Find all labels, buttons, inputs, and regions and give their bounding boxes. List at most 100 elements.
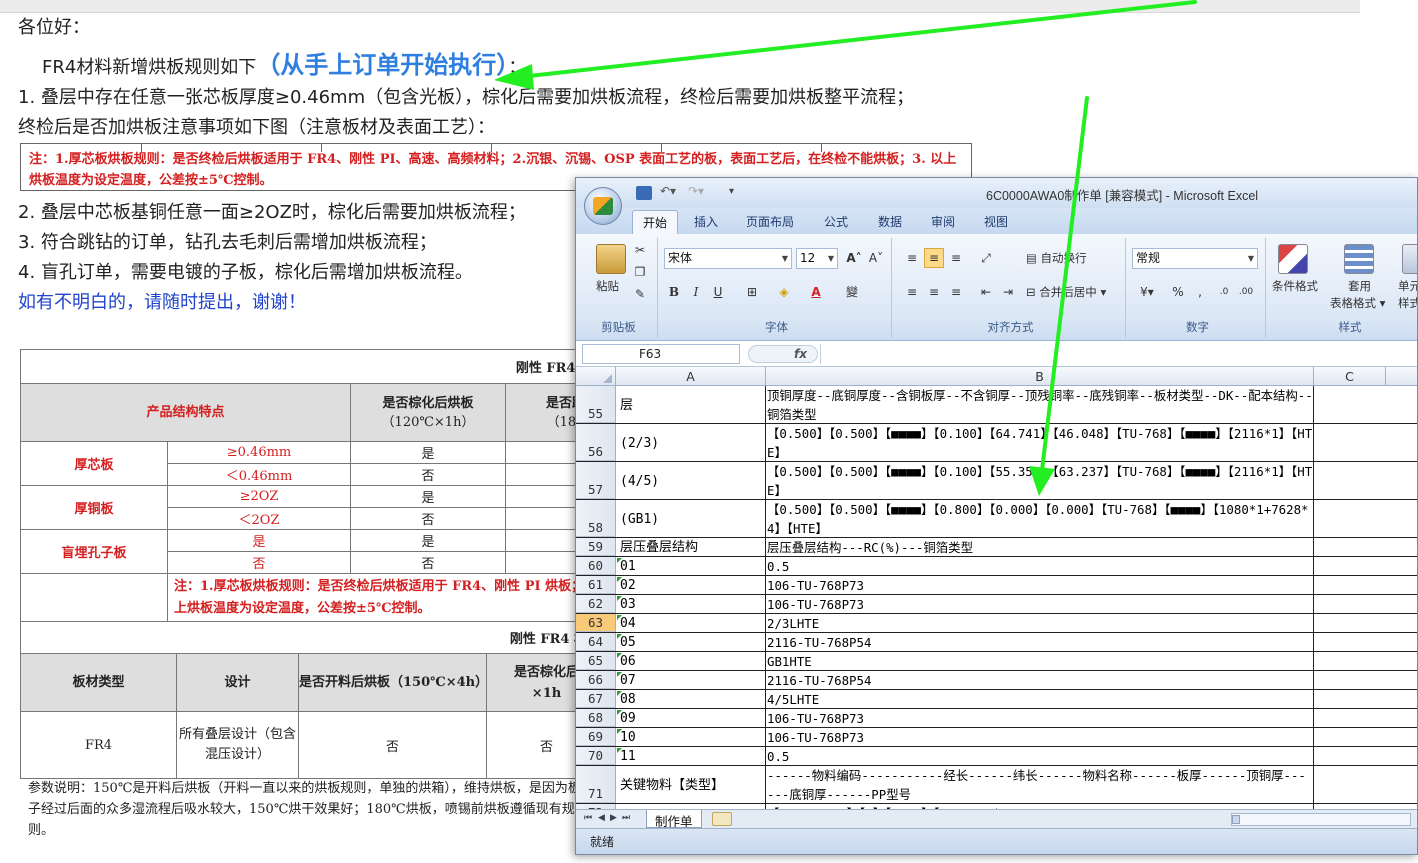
cell-a[interactable]: 01 bbox=[616, 557, 766, 575]
cell-styles-icon[interactable] bbox=[1402, 244, 1417, 274]
row-header[interactable]: 55 bbox=[576, 386, 616, 423]
font-color-icon[interactable]: A bbox=[806, 282, 826, 302]
office-button[interactable] bbox=[584, 187, 622, 225]
select-all-corner[interactable] bbox=[576, 367, 616, 386]
redo-icon[interactable]: ↷▾ bbox=[688, 184, 704, 198]
save-icon[interactable] bbox=[636, 186, 652, 200]
cell-a[interactable]: (GB1) bbox=[616, 500, 766, 537]
shrink-font-icon[interactable]: A˅ bbox=[866, 248, 886, 268]
cell-a[interactable]: 06 bbox=[616, 652, 766, 670]
row-header[interactable]: 60 bbox=[576, 557, 616, 575]
decrease-decimal-icon[interactable]: .00 bbox=[1236, 282, 1256, 302]
conditional-format-icon[interactable] bbox=[1278, 244, 1308, 274]
currency-icon[interactable]: ¥▾ bbox=[1134, 282, 1160, 302]
comma-icon[interactable]: , bbox=[1190, 282, 1210, 302]
insert-function-icon[interactable]: fx bbox=[748, 345, 818, 363]
cell-b[interactable]: 4/5LHTE bbox=[766, 690, 1314, 708]
cell-a[interactable]: (2/3) bbox=[616, 424, 766, 461]
number-format-select[interactable]: 常规 ▼ bbox=[1132, 248, 1258, 269]
cell-b[interactable]: 0.5 bbox=[766, 557, 1314, 575]
cell-a[interactable]: (4/5) bbox=[616, 462, 766, 499]
sheet-tab-main[interactable]: 制作单 bbox=[646, 810, 702, 829]
tab-formulas[interactable]: 公式 bbox=[824, 213, 848, 230]
row-header[interactable]: 64 bbox=[576, 633, 616, 651]
last-sheet-icon[interactable]: ⏭ bbox=[622, 813, 630, 823]
format-painter-icon[interactable]: ✎ bbox=[630, 284, 650, 304]
cell-a[interactable]: 03 bbox=[616, 595, 766, 613]
row-header[interactable]: 58 bbox=[576, 500, 616, 537]
cell-a[interactable]: 08 bbox=[616, 690, 766, 708]
cell-styles-label-1[interactable]: 单元格 bbox=[1398, 278, 1417, 294]
cell-b[interactable]: 2116-TU-768P54 bbox=[766, 633, 1314, 651]
border-icon[interactable]: ⊞ bbox=[742, 282, 762, 302]
paste-label[interactable]: 粘贴 bbox=[596, 278, 619, 294]
cell-b[interactable]: 106-TU-768P73 bbox=[766, 709, 1314, 727]
row-header[interactable]: 67 bbox=[576, 690, 616, 708]
decrease-indent-icon[interactable]: ⇤ bbox=[976, 282, 996, 302]
quick-access-menu-icon[interactable]: ▾ bbox=[729, 186, 745, 200]
row-header[interactable]: 65 bbox=[576, 652, 616, 670]
align-center-icon[interactable]: ≡ bbox=[924, 282, 944, 302]
tab-page-layout[interactable]: 页面布局 bbox=[746, 213, 794, 230]
cell-a[interactable]: 11 bbox=[616, 747, 766, 765]
row-header[interactable]: 71 bbox=[576, 766, 616, 803]
cut-icon[interactable]: ✂ bbox=[630, 240, 650, 260]
row-header[interactable]: 68 bbox=[576, 709, 616, 727]
column-header-c[interactable]: C bbox=[1314, 367, 1386, 386]
cell-a[interactable]: 关键物料【类型】 bbox=[616, 766, 766, 803]
spreadsheet-grid[interactable]: A B C 55 层顶铜厚度--底铜厚度--含铜板厚--不含铜厚--顶残铜率--底… bbox=[576, 367, 1417, 809]
cell-a[interactable]: 07 bbox=[616, 671, 766, 689]
wrap-text-button[interactable]: ▤ 自动换行 bbox=[1026, 250, 1087, 266]
align-middle-icon[interactable]: ≡ bbox=[924, 248, 944, 268]
name-box[interactable]: F63 bbox=[582, 344, 740, 364]
formula-input[interactable] bbox=[820, 344, 1417, 364]
row-header[interactable]: 56 bbox=[576, 424, 616, 461]
cell-a[interactable]: 层 bbox=[616, 386, 766, 423]
cell-b[interactable]: 2/3LHTE bbox=[766, 614, 1314, 632]
cell-a[interactable]: 层压叠层结构 bbox=[616, 538, 766, 556]
merge-center-button[interactable]: ⊟ 合并后居中 ▾ bbox=[1026, 284, 1106, 300]
cell-b[interactable]: 顶铜厚度--底铜厚度--含铜板厚--不含铜厚--顶残铜率--底残铜率--板材类型… bbox=[766, 386, 1314, 423]
row-header[interactable]: 61 bbox=[576, 576, 616, 594]
align-bottom-icon[interactable]: ≡ bbox=[946, 248, 966, 268]
format-table-label-2[interactable]: 表格格式 ▾ bbox=[1330, 295, 1385, 311]
underline-icon[interactable]: U bbox=[708, 282, 728, 302]
cell-b[interactable]: 106-TU-768P73 bbox=[766, 595, 1314, 613]
cell-b[interactable]: 106-TU-768P73 bbox=[766, 576, 1314, 594]
insert-sheet-icon[interactable] bbox=[712, 812, 732, 826]
copy-icon[interactable]: ❐ bbox=[630, 262, 650, 282]
cell-a[interactable]: 09 bbox=[616, 709, 766, 727]
row-header[interactable]: 63 bbox=[576, 614, 616, 632]
align-right-icon[interactable]: ≡ bbox=[946, 282, 966, 302]
row-header[interactable]: 59 bbox=[576, 538, 616, 556]
grow-font-icon[interactable]: A˄ bbox=[844, 248, 864, 268]
italic-icon[interactable]: I bbox=[686, 282, 706, 302]
cell-b[interactable]: 层压叠层结构---RC(%)---铜箔类型 bbox=[766, 538, 1314, 556]
cell-a[interactable]: 04 bbox=[616, 614, 766, 632]
paste-icon[interactable] bbox=[596, 244, 626, 274]
next-sheet-icon[interactable]: ▶ bbox=[610, 813, 617, 823]
font-size-select[interactable]: 12 ▼ bbox=[796, 248, 838, 269]
column-header-b[interactable]: B bbox=[766, 367, 1314, 386]
tab-data[interactable]: 数据 bbox=[878, 213, 902, 230]
cell-a[interactable]: 05 bbox=[616, 633, 766, 651]
increase-indent-icon[interactable]: ⇥ bbox=[998, 282, 1018, 302]
row-header[interactable]: 62 bbox=[576, 595, 616, 613]
row-header[interactable]: 70 bbox=[576, 747, 616, 765]
undo-icon[interactable]: ↶▾ bbox=[660, 184, 676, 198]
cell-a[interactable]: 02 bbox=[616, 576, 766, 594]
orientation-icon[interactable]: ⤢ bbox=[976, 248, 996, 268]
horizontal-scrollbar[interactable] bbox=[1231, 813, 1411, 826]
cell-b[interactable]: GB1HTE bbox=[766, 652, 1314, 670]
tab-insert[interactable]: 插入 bbox=[694, 213, 718, 230]
tab-home[interactable]: 开始 bbox=[632, 210, 679, 234]
cell-b[interactable]: 【0.500】【0.500】【■■■■】【0.800】【0.000】【0.000… bbox=[766, 500, 1314, 537]
align-left-icon[interactable]: ≡ bbox=[902, 282, 922, 302]
conditional-format-label[interactable]: 条件格式 bbox=[1272, 278, 1318, 294]
cell-b[interactable]: 0.5 bbox=[766, 747, 1314, 765]
row-header[interactable]: 57 bbox=[576, 462, 616, 499]
cell-b[interactable]: 【0.500】【0.500】【■■■■】【0.100】【55.359】【63.2… bbox=[766, 462, 1314, 499]
fill-color-icon[interactable]: ◈ bbox=[774, 282, 794, 302]
align-top-icon[interactable]: ≡ bbox=[902, 248, 922, 268]
cell-b[interactable]: 【0.500】【0.500】【■■■■】【0.100】【64.741】【46.0… bbox=[766, 424, 1314, 461]
